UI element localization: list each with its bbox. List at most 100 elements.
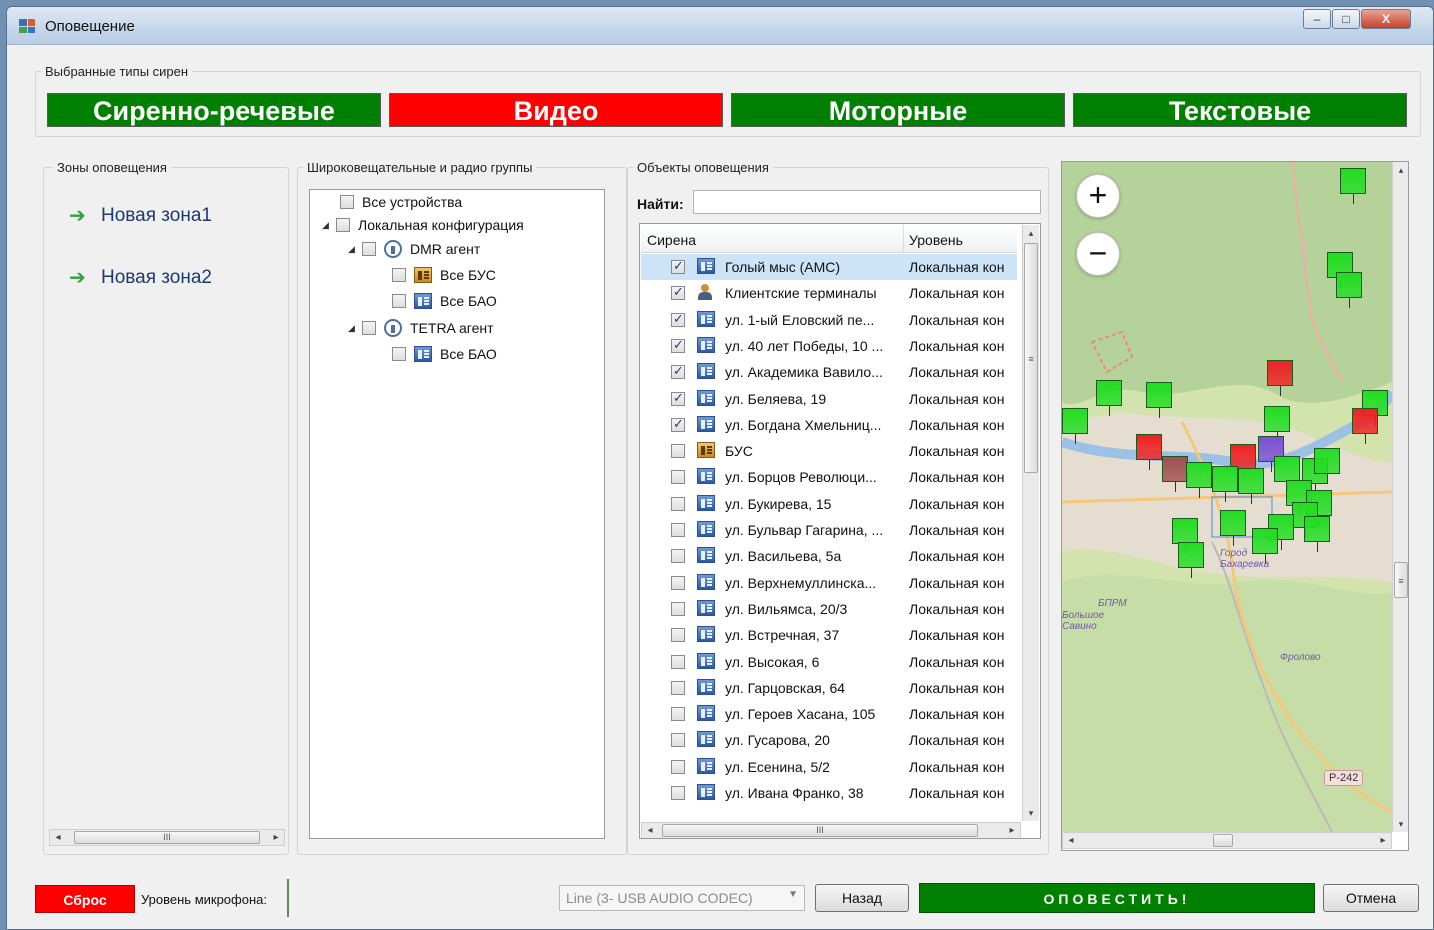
table-row[interactable]: БУС Локальная кон (641, 438, 1017, 464)
row-checkbox[interactable] (671, 654, 685, 669)
row-checkbox[interactable] (671, 575, 685, 590)
table-row[interactable]: ул. 40 лет Победы, 10 ... Локальная кон (641, 333, 1017, 359)
scroll-down-icon[interactable]: ▾ (1023, 805, 1039, 821)
siren-type-text-button[interactable]: Текстовые (1073, 93, 1407, 127)
scroll-down-icon[interactable]: ▾ (1393, 816, 1408, 832)
zone-item-1[interactable]: ➔ Новая зона1 (69, 203, 212, 228)
tree-item-all-bus[interactable]: Все БУС (392, 265, 496, 285)
table-row[interactable]: ул. Есенина, 5/2 Локальная кон (641, 754, 1017, 780)
row-checkbox[interactable] (671, 496, 685, 511)
search-input[interactable] (693, 190, 1041, 214)
row-checkbox[interactable] (671, 680, 685, 695)
siren-type-motor-button[interactable]: Моторные (731, 93, 1065, 127)
scroll-right-icon[interactable]: ▸ (1004, 823, 1020, 838)
scroll-left-icon[interactable]: ◂ (642, 823, 658, 838)
scroll-thumb[interactable] (1213, 834, 1233, 847)
reset-button[interactable]: Сброс (35, 885, 135, 913)
map-marker[interactable] (1274, 456, 1300, 492)
scroll-thumb[interactable]: ≡ (1024, 243, 1038, 473)
row-checkbox[interactable] (671, 549, 685, 564)
tree-item-dmr-agent[interactable]: ◢ DMR агент (348, 239, 480, 259)
table-row[interactable]: ул. Героев Хасана, 105 Локальная кон (641, 701, 1017, 727)
table-row[interactable]: Клиентские терминалы Локальная кон (641, 280, 1017, 306)
row-checkbox[interactable] (671, 733, 685, 748)
map-marker[interactable] (1062, 408, 1088, 444)
row-checkbox[interactable] (671, 337, 685, 353)
table-row[interactable]: ул. Букирева, 15 Локальная кон (641, 491, 1017, 517)
tree-item-tetra-agent[interactable]: ◢ TETRA агент (348, 318, 494, 338)
row-checkbox[interactable] (671, 470, 685, 485)
zone-item-2[interactable]: ➔ Новая зона2 (69, 265, 212, 290)
scroll-thumb[interactable]: ≡ (1394, 562, 1408, 598)
scroll-right-icon[interactable]: ▸ (1375, 833, 1391, 848)
objects-horizontal-scrollbar[interactable]: ◂ III ▸ (641, 822, 1021, 838)
map-marker[interactable] (1220, 510, 1246, 546)
tree-item-all-bao-tetra[interactable]: Все БАО (392, 344, 497, 364)
siren-type-speech-button[interactable]: Сиренно-речевые (47, 93, 381, 127)
table-row[interactable]: ул. Верхнемуллинска... Локальная кон (641, 570, 1017, 596)
expand-triangle-icon[interactable]: ◢ (348, 323, 362, 334)
row-checkbox[interactable] (671, 416, 685, 432)
map-canvas[interactable]: + − БПРМ Большое Савино Фролово Город Ба… (1062, 162, 1392, 832)
table-row[interactable]: ул. Борцов Революци... Локальная кон (641, 464, 1017, 490)
row-checkbox[interactable] (671, 390, 685, 406)
row-checkbox[interactable] (671, 311, 685, 327)
scroll-thumb[interactable]: III (662, 824, 978, 837)
table-row[interactable]: ул. Васильева, 5а Локальная кон (641, 543, 1017, 569)
siren-type-video-button[interactable]: Видео (389, 93, 723, 127)
map-panel[interactable]: + − БПРМ Большое Савино Фролово Город Ба… (1061, 161, 1409, 851)
map-marker[interactable] (1146, 382, 1172, 418)
map-marker[interactable] (1340, 168, 1366, 204)
zoom-out-button[interactable]: − (1076, 232, 1120, 276)
scroll-thumb[interactable]: III (74, 831, 260, 844)
table-row[interactable]: ул. Беляева, 19 Локальная кон (641, 386, 1017, 412)
map-marker[interactable] (1096, 380, 1122, 416)
chevron-down-icon[interactable]: ▼ (788, 889, 798, 900)
maximize-button[interactable]: □ (1332, 9, 1360, 29)
checkbox[interactable] (362, 321, 376, 335)
row-checkbox[interactable] (671, 444, 685, 459)
notify-button[interactable]: ОПОВЕСТИТЬ! (919, 883, 1315, 913)
map-marker[interactable] (1178, 542, 1204, 578)
scroll-left-icon[interactable]: ◂ (50, 830, 66, 845)
checkbox[interactable] (392, 347, 406, 361)
column-header-level[interactable]: Уровень (909, 232, 963, 248)
table-row[interactable]: ул. Бульвар Гагарина, ... Локальная кон (641, 517, 1017, 543)
expand-triangle-icon[interactable]: ◢ (322, 220, 336, 231)
expand-triangle-icon[interactable]: ◢ (348, 244, 362, 255)
zoom-in-button[interactable]: + (1076, 174, 1120, 218)
tree-item-all-bao-dmr[interactable]: Все БАО (392, 291, 497, 311)
row-checkbox[interactable] (671, 601, 685, 616)
table-row[interactable]: ул. Гарцовская, 64 Локальная кон (641, 675, 1017, 701)
back-button[interactable]: Назад (815, 884, 909, 912)
row-checkbox[interactable] (671, 759, 685, 774)
table-row[interactable]: ул. Академика Вавило... Локальная кон (641, 359, 1017, 385)
table-row[interactable]: Голый мыс (АМС) Локальная кон (641, 254, 1017, 280)
row-checkbox[interactable] (671, 258, 685, 274)
map-vertical-scrollbar[interactable]: ▴ ≡ ▾ (1392, 162, 1408, 832)
tree-item-all-devices[interactable]: Все устройства (340, 192, 462, 212)
map-marker[interactable] (1352, 408, 1378, 444)
map-marker[interactable] (1336, 272, 1362, 308)
minimize-button[interactable]: – (1303, 9, 1331, 29)
map-marker[interactable] (1252, 528, 1278, 564)
table-row[interactable]: ул. 1-ый Еловский пе... Локальная кон (641, 307, 1017, 333)
row-checkbox[interactable] (671, 786, 685, 800)
row-checkbox[interactable] (671, 628, 685, 643)
table-row[interactable]: ул. Гусарова, 20 Локальная кон (641, 727, 1017, 753)
map-marker[interactable] (1238, 468, 1264, 504)
scroll-left-icon[interactable]: ◂ (1063, 833, 1079, 848)
row-checkbox[interactable] (671, 284, 685, 301)
map-marker[interactable] (1264, 406, 1290, 442)
table-row[interactable]: ул. Вильямса, 20/3 Локальная кон (641, 596, 1017, 622)
scroll-up-icon[interactable]: ▴ (1393, 162, 1408, 178)
map-marker[interactable] (1212, 466, 1238, 502)
close-button[interactable]: X (1361, 9, 1411, 29)
zones-horizontal-scrollbar[interactable]: ◂ III ▸ (49, 829, 285, 846)
scroll-up-icon[interactable]: ▴ (1023, 225, 1039, 241)
map-marker[interactable] (1267, 360, 1293, 396)
map-marker[interactable] (1304, 516, 1330, 552)
checkbox[interactable] (336, 218, 350, 232)
map-marker[interactable] (1136, 434, 1162, 470)
row-checkbox[interactable] (671, 707, 685, 722)
